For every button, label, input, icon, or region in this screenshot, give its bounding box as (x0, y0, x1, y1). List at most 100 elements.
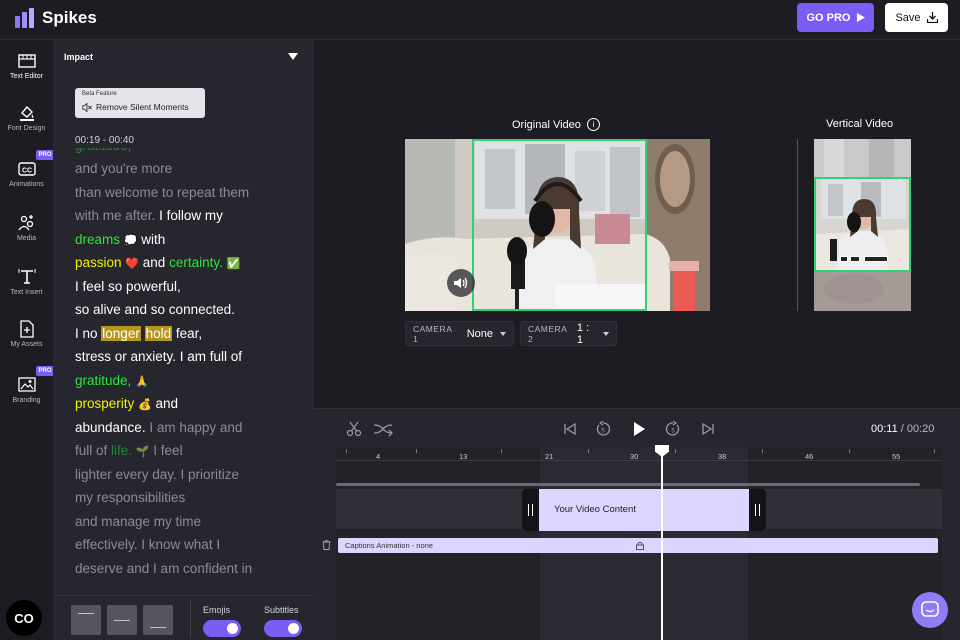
camera-2-select[interactable]: CAMERA 2 1 : 1 (520, 321, 617, 346)
mute-icon (82, 102, 92, 112)
transcript-line: abundance. I am happy and (75, 416, 300, 440)
branding-icon (17, 377, 36, 392)
grip-icon (755, 504, 760, 516)
assets-icon (19, 320, 34, 338)
total-time: 00:20 (906, 423, 935, 435)
transition-icon[interactable] (374, 421, 394, 437)
keyword[interactable]: life. (111, 443, 132, 458)
transcript-line: with me after. I follow my (75, 204, 300, 228)
tick (849, 449, 850, 453)
scissors-icon[interactable] (346, 421, 362, 437)
clip-trim-end-handle[interactable] (749, 489, 766, 531)
transcript-line: and you're more (75, 161, 173, 176)
tick-label: 21 (545, 452, 554, 461)
money-bag-emoji-icon[interactable]: 💰 (138, 399, 152, 411)
volume-button[interactable] (447, 269, 475, 297)
rewind-5-icon[interactable]: 5 (595, 421, 611, 437)
caption-position-top-button[interactable] (71, 605, 101, 635)
speech-bubble-emoji-icon[interactable]: 💭 (124, 235, 138, 247)
original-video-player[interactable] (405, 139, 710, 311)
nav-my-assets[interactable]: My Assets (0, 320, 53, 348)
keyword[interactable]: dreams (75, 232, 120, 247)
save-label: Save (895, 11, 921, 24)
save-button[interactable]: Save (885, 3, 948, 32)
keyword[interactable]: gratitude, (75, 373, 131, 388)
transcript-line: full of life. 🌱 I feel (75, 439, 300, 463)
tick-label: 30 (630, 452, 639, 461)
praying-hands-emoji-icon[interactable]: 🙏 (135, 376, 149, 388)
camera-1-label: CAMERA 1 (413, 323, 452, 344)
keyword[interactable]: certainty. (169, 255, 223, 270)
divider (797, 139, 798, 311)
forward-5-icon[interactable]: 5 (665, 421, 681, 437)
seedling-emoji-icon[interactable]: 🌱 (136, 446, 150, 458)
svg-text:5: 5 (601, 429, 605, 435)
highlighted-word[interactable]: hold (144, 325, 173, 341)
app-logo[interactable]: Spikes (14, 7, 97, 29)
word-group: fear, (175, 325, 203, 341)
grip-icon (528, 504, 533, 516)
pro-badge: PRO (36, 150, 54, 160)
crop-selection-frame[interactable] (472, 139, 647, 311)
paint-bucket-icon (19, 105, 34, 121)
tick-label: 38 (718, 452, 727, 461)
captions-track[interactable]: Captions Animation - none (338, 538, 938, 553)
position-bar (78, 613, 94, 614)
tick (762, 449, 763, 453)
tick (588, 449, 589, 453)
position-bar (150, 627, 166, 628)
time-separator: / (897, 423, 907, 435)
position-bar (114, 620, 130, 621)
emojis-toggle-label: Emojis (203, 605, 231, 615)
original-video-label: Original Video (512, 118, 581, 131)
skip-back-icon[interactable] (562, 421, 578, 437)
vertical-video-player[interactable] (814, 139, 911, 311)
nav-font-design[interactable]: Font Design (0, 104, 53, 132)
nav-media[interactable]: Media (0, 214, 53, 242)
nav-text-insert[interactable]: Text Insert (0, 268, 53, 296)
caret-down-icon (603, 331, 609, 336)
playhead[interactable] (661, 447, 663, 640)
vertical-crop-frame[interactable] (814, 177, 911, 272)
emojis-toggle[interactable] (203, 620, 241, 637)
transcript-line: deserve and I am confident in (75, 560, 253, 576)
skip-forward-icon[interactable] (700, 421, 716, 437)
info-icon[interactable]: i (586, 118, 600, 131)
keyword[interactable]: passion (75, 255, 122, 270)
remove-silent-moments-button[interactable]: Beta Feature Remove Silent Moments (75, 88, 205, 118)
check-mark-emoji-icon[interactable]: ✅ (227, 258, 241, 270)
nav-label: Text Insert (10, 289, 43, 296)
timeline-tracks[interactable]: 4 13 21 30 38 46 55 Your Video Content C… (322, 445, 942, 640)
top-bar: Spikes GO PRO Save (0, 0, 960, 40)
nav-animations[interactable]: CC Animations (0, 160, 53, 188)
clip-trim-start-handle[interactable] (522, 489, 539, 531)
subtitles-toggle[interactable] (264, 620, 302, 637)
toggle-knob (227, 623, 238, 634)
timeline-scrollbar[interactable] (336, 483, 920, 486)
support-chat-button[interactable] (912, 592, 948, 628)
nav-branding[interactable]: Branding (0, 376, 53, 404)
caption-position-bottom-button[interactable] (143, 605, 173, 635)
word-group: abundance. (75, 419, 146, 435)
video-clip[interactable]: Your Video Content (522, 489, 766, 531)
video-preview-area: Original Video i Vertical Video CAMERA 1… (314, 40, 960, 408)
speaker-icon (454, 277, 468, 289)
captions-track-label: Captions Animation - none (345, 541, 433, 550)
camera-1-select[interactable]: CAMERA 1 None (405, 321, 514, 346)
transcript-line: my responsibilities (75, 490, 186, 505)
lock-icon[interactable] (636, 541, 644, 550)
play-icon[interactable] (631, 421, 647, 437)
highlighted-word[interactable]: longer (101, 325, 141, 341)
caption-style-dropdown[interactable]: Impact (53, 40, 314, 72)
caption-position-middle-button[interactable] (107, 605, 137, 635)
heart-emoji-icon[interactable]: ❤️ (125, 258, 139, 270)
keyword[interactable]: prosperity (75, 396, 134, 411)
nav-text-editor[interactable]: Text Editor (0, 52, 53, 80)
transcript-text[interactable]: gratitude, and you're more than welcome … (75, 148, 300, 580)
go-pro-button[interactable]: GO PRO (797, 3, 874, 32)
word-group: with (141, 231, 166, 247)
vertical-frame-image (816, 179, 909, 270)
brand-logo[interactable]: CO (6, 600, 42, 636)
chat-bubble-icon (921, 601, 939, 617)
trash-icon[interactable] (322, 540, 331, 550)
